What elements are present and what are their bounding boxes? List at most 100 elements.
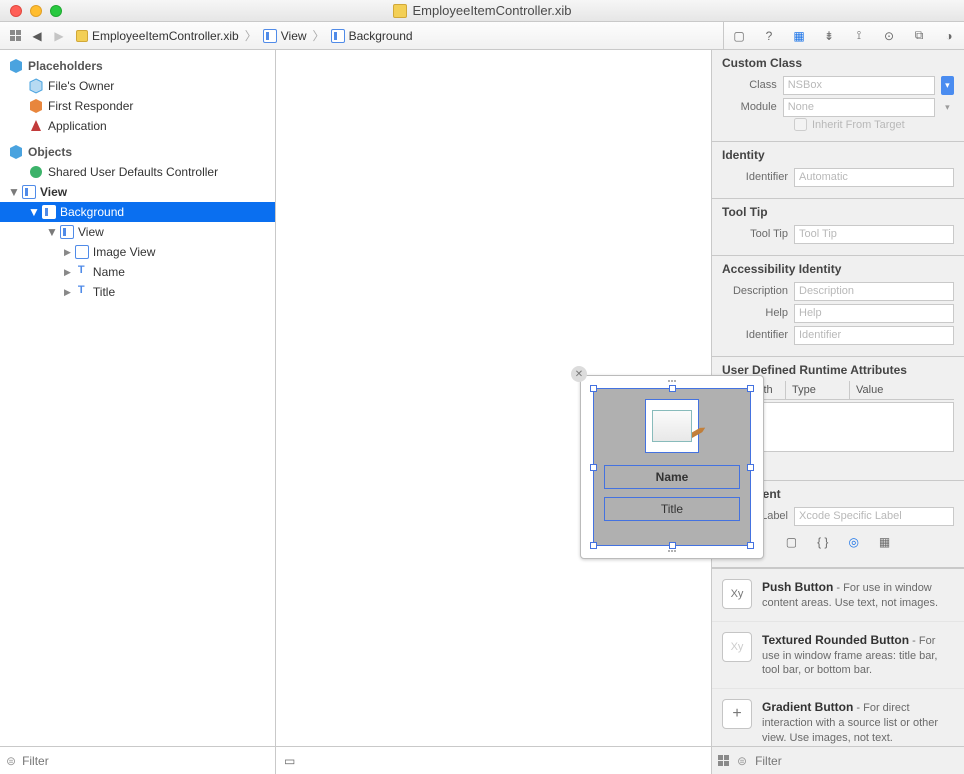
connections-inspector-tab[interactable]: ⊙ [874,22,904,49]
accessibility-section: Accessibility Identity Description Help … [712,256,964,357]
a11y-help-field[interactable] [794,304,954,323]
library-thumb: Xy [722,579,752,609]
breadcrumb: EmployeeItemController.xib 〉 View 〉 Back… [68,27,413,44]
application-item[interactable]: Application [0,116,275,136]
window-title: EmployeeItemController.xib [413,3,572,18]
attributes-inspector-tab[interactable]: ⇟ [814,22,844,49]
resize-handle[interactable] [590,464,597,471]
identifier-field[interactable] [794,168,954,187]
image-view-icon [75,245,89,259]
tooltip-section: Tool Tip Tool Tip [712,199,964,256]
resize-handle[interactable] [669,385,676,392]
view-container[interactable]: ✕ Name Title [580,375,764,559]
outline-toggle-icon[interactable]: ▭ [284,754,295,768]
forward-button[interactable]: ▶ [50,27,68,45]
identity-section: Identity Identifier [712,142,964,199]
tooltip-field[interactable] [794,225,954,244]
object-library: Xy Push Button - For use in window conte… [712,568,964,746]
help-inspector-tab[interactable]: ? [754,22,784,49]
breadcrumb-file[interactable]: EmployeeItemController.xib [76,29,239,43]
resize-handle[interactable] [669,542,676,549]
column-value: Value [850,381,954,399]
a11y-description-field[interactable] [794,282,954,301]
file-template-icon[interactable]: ▢ [786,535,797,549]
shared-defaults-item[interactable]: Shared User Defaults Controller [0,162,275,182]
label-icon [75,265,89,279]
interface-builder-canvas[interactable]: ✕ Name Title [276,50,712,774]
identifier-label: Identifier [722,171,788,183]
outline-filter-input[interactable] [22,754,269,768]
document-label-field[interactable] [794,507,954,526]
section-header: Tool Tip [722,205,954,223]
canvas-footer: ▭ [276,746,711,774]
library-filter-row: ⊜ [712,746,964,774]
close-window-button[interactable] [10,5,22,17]
identity-inspector-tab[interactable]: ▦ [784,22,814,49]
window-titlebar: EmployeeItemController.xib [0,0,964,22]
related-items-icon[interactable] [6,27,24,45]
view-icon [60,225,74,239]
a11y-identifier-label: Identifier [722,329,788,341]
class-dropdown-icon[interactable]: ▾ [941,76,954,95]
document-icon [393,4,407,18]
class-field[interactable] [783,76,935,95]
library-item-push-button[interactable]: Xy Push Button - For use in window conte… [712,569,964,622]
background-item[interactable]: ▼ Background [0,202,275,222]
module-field[interactable] [783,98,935,117]
resize-handle[interactable] [747,464,754,471]
effects-inspector-tab[interactable]: ◑ [934,22,964,49]
outline-filter: ⊜ [0,746,275,774]
filter-icon: ⊜ [737,754,747,768]
name-label[interactable]: Name [604,465,740,489]
resize-handle[interactable] [747,385,754,392]
module-label: Module [722,101,777,113]
title-label-item[interactable]: ▶ Title [0,282,275,302]
size-inspector-tab[interactable]: ⟟ [844,22,874,49]
zoom-window-button[interactable] [50,5,62,17]
name-label-item[interactable]: ▶ Name [0,262,275,282]
section-header: Accessibility Identity [722,262,954,280]
breadcrumb-view[interactable]: View [263,29,307,43]
a11y-description-label: Description [722,285,788,297]
media-library-icon[interactable]: ▦ [879,535,890,549]
breadcrumb-background[interactable]: Background [331,29,413,43]
first-responder-item[interactable]: First Responder [0,96,275,116]
resize-handle[interactable] [590,385,597,392]
library-item-textured-button[interactable]: Xy Textured Rounded Button - For use in … [712,622,964,690]
file-inspector-tab[interactable]: ▢ [724,22,754,49]
resize-handle[interactable] [747,542,754,549]
document-outline: Placeholders File's Owner First Responde… [0,50,276,774]
view-item[interactable]: ▼ View [0,182,275,202]
column-type: Type [786,381,850,399]
resize-handle[interactable] [590,542,597,549]
image-view[interactable] [645,399,699,453]
tooltip-label: Tool Tip [722,228,788,240]
filter-icon: ⊜ [6,754,16,768]
inner-view-item[interactable]: ▼ View [0,222,275,242]
library-thumb: Xy [722,632,752,662]
image-view-item[interactable]: ▶ Image View [0,242,275,262]
files-owner-item[interactable]: File's Owner [0,76,275,96]
module-dropdown-icon[interactable]: ▾ [941,102,954,113]
inherit-label: Inherit From Target [812,119,905,131]
library-item-gradient-button[interactable]: + Gradient Button - For direct interacti… [712,689,964,746]
section-header: Identity [722,148,954,166]
section-header: Custom Class [722,56,954,74]
a11y-help-label: Help [722,307,788,319]
bindings-inspector-tab[interactable]: ⧉ [904,22,934,49]
placeholders-header: Placeholders [0,56,275,76]
objects-header: Objects [0,142,275,162]
code-snippet-icon[interactable]: { } [817,535,828,549]
back-button[interactable]: ◀ [28,27,46,45]
background-box[interactable]: Name Title [593,388,751,546]
object-library-icon[interactable]: ◎ [848,535,858,549]
box-icon [42,205,56,219]
a11y-identifier-field[interactable] [794,326,954,345]
library-view-mode-icon[interactable] [718,755,729,766]
minimize-window-button[interactable] [30,5,42,17]
close-view-button[interactable]: ✕ [571,366,587,382]
library-filter-input[interactable] [755,754,958,768]
title-label[interactable]: Title [604,497,740,521]
class-label: Class [722,79,777,91]
jump-bar: ◀ ▶ EmployeeItemController.xib 〉 View 〉 … [0,22,964,50]
